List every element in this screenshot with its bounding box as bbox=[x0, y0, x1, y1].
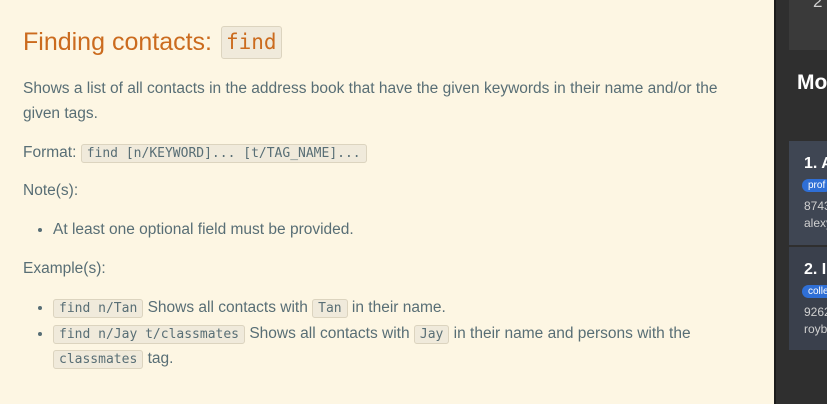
contact-card[interactable]: 2. I colle 9262 royb bbox=[789, 247, 827, 350]
contact-name: 2. I bbox=[804, 261, 827, 278]
contact-name: 1. A bbox=[804, 155, 827, 172]
app-preview-panel: 2 pe Mo 1. A prof 8743 alexy 2. I colle … bbox=[774, 0, 827, 404]
contact-tag: colle bbox=[802, 285, 827, 298]
format-code: find [n/KEYWORD]... [t/TAG_NAME]... bbox=[80, 144, 367, 163]
contact-email: royb bbox=[804, 322, 827, 336]
result-text: 2 pe bbox=[813, 0, 827, 11]
example-tag-code: classmates bbox=[53, 350, 144, 369]
example-text: tag. bbox=[143, 350, 174, 367]
example-item: find n/Jay t/classmates Shows all contac… bbox=[53, 322, 763, 373]
heading-command-code: find bbox=[221, 26, 282, 59]
examples-label: Example(s): bbox=[23, 260, 106, 277]
result-box: 2 pe bbox=[789, 0, 827, 50]
contact-phone: 8743 bbox=[804, 199, 827, 213]
contact-card[interactable]: 1. A prof 8743 alexy bbox=[789, 141, 827, 245]
contact-email: alexy bbox=[804, 216, 827, 230]
example-keyword-code: Jay bbox=[413, 324, 450, 344]
example-item: find n/Tan Shows all contacts with Tan i… bbox=[53, 296, 763, 322]
example-text: in their name and persons with the bbox=[449, 324, 691, 342]
panel-section-title: Mo bbox=[797, 71, 827, 94]
example-text: in their name. bbox=[347, 299, 446, 316]
format-label: Format: bbox=[23, 144, 81, 161]
note-item: At least one optional field must be prov… bbox=[53, 218, 354, 243]
example-code: find n/Jay t/classmates bbox=[53, 324, 246, 344]
section-heading: Finding contacts: find bbox=[23, 26, 282, 59]
intro-paragraph: Shows a list of all contacts in the addr… bbox=[23, 80, 718, 122]
notes-list: At least one optional field must be prov… bbox=[23, 218, 354, 243]
example-code: find n/Tan bbox=[53, 299, 144, 318]
contact-phone: 9262 bbox=[804, 305, 827, 319]
example-text: Shows all contacts with bbox=[245, 324, 414, 342]
heading-text: Finding contacts: bbox=[23, 28, 212, 56]
examples-list: find n/Tan Shows all contacts with Tan i… bbox=[23, 296, 763, 373]
contact-tag: prof bbox=[802, 179, 827, 192]
example-text: Shows all contacts with bbox=[143, 299, 313, 316]
format-line: Format: find [n/KEYWORD]... [t/TAG_NAME]… bbox=[23, 141, 367, 167]
notes-label: Note(s): bbox=[23, 182, 79, 199]
example-keyword-code: Tan bbox=[312, 299, 348, 318]
